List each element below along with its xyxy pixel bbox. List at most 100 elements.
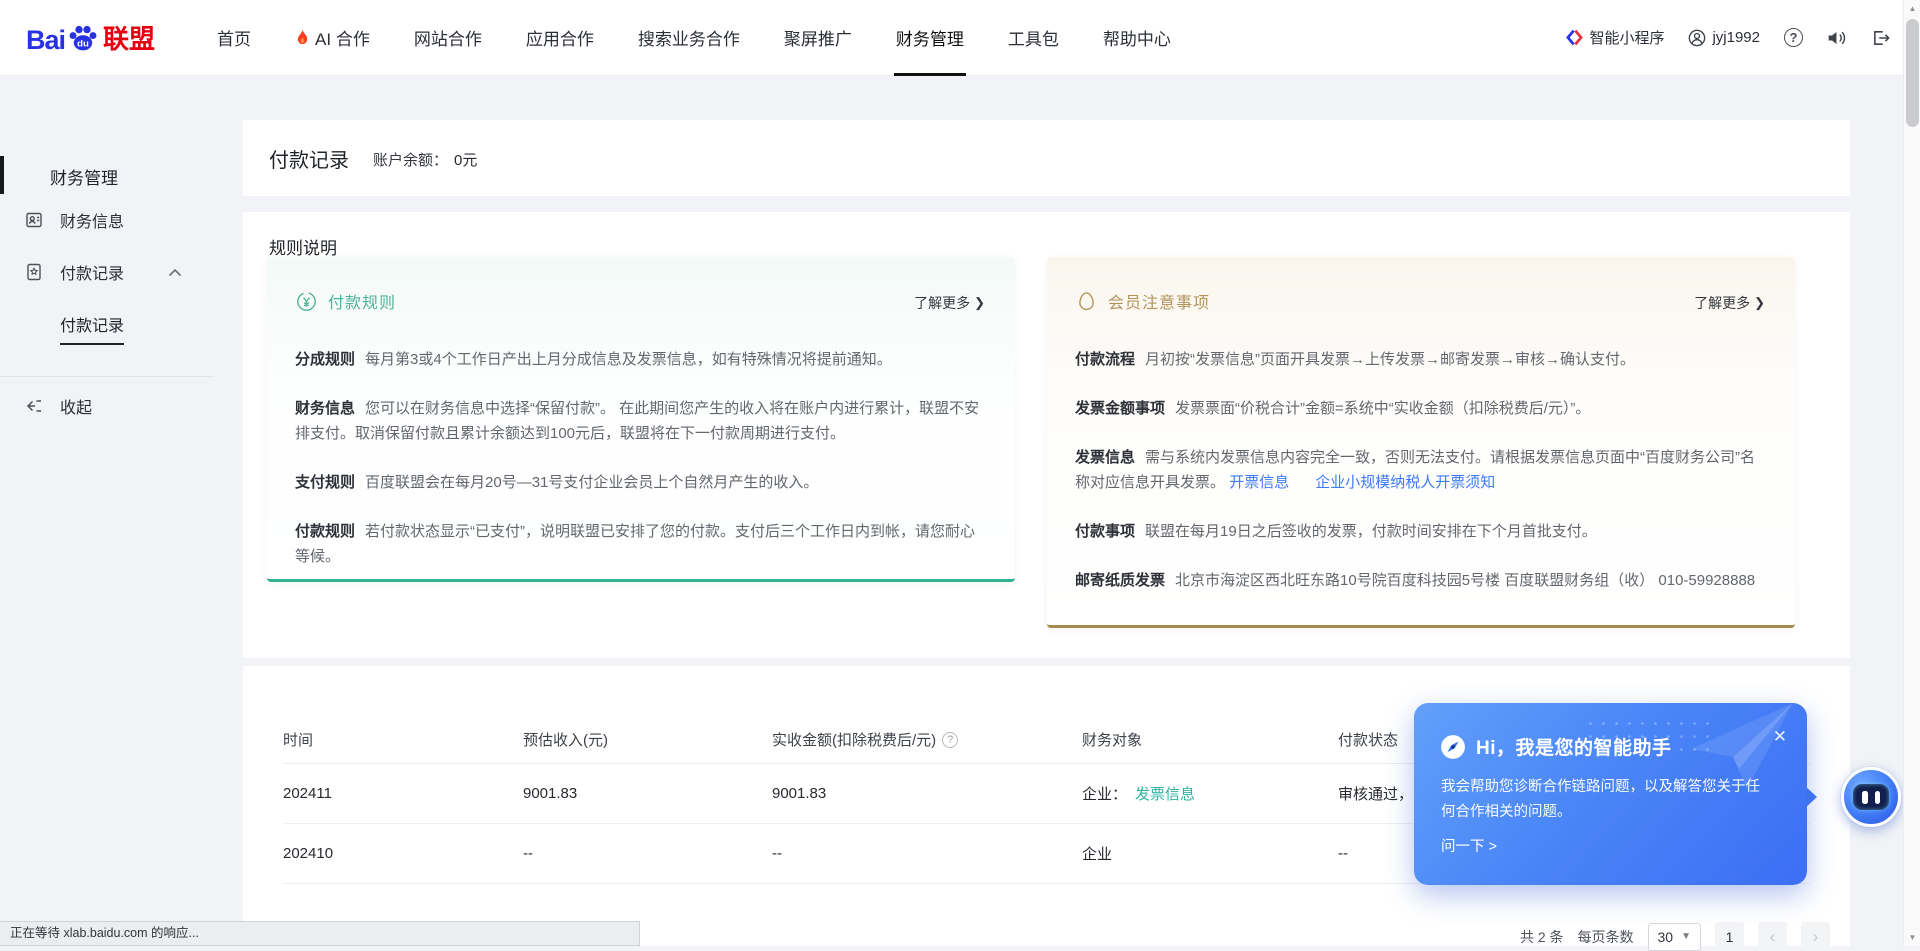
browser-status-bar: 正在等待 xlab.baidu.com 的响应...	[0, 921, 640, 946]
sidebar-divider	[0, 376, 214, 377]
payment-rules-card: 付款规则 了解更多❯ 分成规则每月第3或4个工作日产出上月分成信息及发票信息，如…	[267, 257, 1015, 582]
top-navigation: Bai du 联盟 首页 AI 合作	[0, 0, 1920, 76]
nav-item-website-cooperation[interactable]: 网站合作	[392, 0, 504, 76]
user-account[interactable]: jyj1992	[1688, 29, 1760, 47]
column-help-icon[interactable]: ?	[942, 732, 958, 748]
prev-page-button[interactable]: ‹	[1758, 922, 1787, 951]
assistant-title: Hi，我是您的智能助手	[1476, 733, 1672, 760]
payment-rules-title: 付款规则	[328, 289, 396, 313]
col-header-actual-amount: 实收金额(扣除税费后/元) ?	[772, 729, 1082, 750]
robot-eye	[1875, 791, 1881, 804]
rule-paragraph: 发票信息需与系统内发票信息内容完全一致，否则无法支付。请根据发票信息页面中“百度…	[1075, 445, 1767, 495]
rule-paragraph: 付款事项联盟在每月19日之后签收的发票，付款时间安排在下个月首批支付。	[1075, 519, 1767, 544]
page-button-1[interactable]: 1	[1715, 922, 1744, 951]
collapse-icon	[24, 397, 44, 415]
per-page-label: 每页条数	[1578, 927, 1634, 947]
page-title: 付款记录	[269, 144, 349, 173]
col-header-finance-object: 财务对象	[1082, 729, 1338, 750]
cell-finance-object: 企业	[1082, 843, 1338, 864]
sidebar-subitem-payment-record[interactable]: 付款记录	[60, 312, 124, 345]
vertical-scrollbar[interactable]: ▲ ▼	[1903, 0, 1920, 946]
cell-actual: 9001.83	[772, 785, 1082, 802]
invoice-info-table-link[interactable]: 发票信息	[1135, 786, 1195, 803]
sidebar-active-indicator	[0, 156, 4, 194]
cell-actual: --	[772, 845, 1082, 862]
member-notes-more-link[interactable]: 了解更多❯	[1694, 293, 1765, 313]
sidebar-item-payment-record[interactable]: 付款记录	[0, 258, 222, 286]
chevron-up-icon	[168, 268, 182, 277]
payment-rules-body: 分成规则每月第3或4个工作日产出上月分成信息及发票信息，如有特殊情况将提前通知。…	[295, 347, 987, 593]
nav-item-home[interactable]: 首页	[195, 0, 273, 76]
nav-item-ai-cooperation[interactable]: AI 合作	[273, 0, 392, 76]
nav-item-finance-management[interactable]: 财务管理	[874, 0, 986, 76]
small-taxpayer-notice-link[interactable]: 企业小规模纳税人开票须知	[1315, 474, 1495, 491]
member-notes-body: 付款流程月初按“发票信息”页面开具发票→上传发票→邮寄发票→审核→确认支付。 发…	[1075, 347, 1767, 617]
logo-union-text: 联盟	[103, 19, 155, 56]
finance-info-icon	[24, 210, 44, 230]
sidebar: 财务管理 财务信息 付款记录 付款记录	[0, 76, 222, 946]
smart-assistant-popup: Hi，我是您的智能助手 ✕ 我会帮助您诊断合作链路问题，以及解答您关于任何合作相…	[1414, 703, 1807, 885]
robot-eye	[1862, 791, 1868, 804]
nav-right-area: 智能小程序 jyj1992 ?	[1566, 27, 1890, 48]
rule-paragraph: 付款流程月初按“发票信息”页面开具发票→上传发票→邮寄发票→审核→确认支付。	[1075, 347, 1767, 372]
flame-icon	[295, 29, 310, 46]
close-icon[interactable]: ✕	[1773, 727, 1787, 747]
baidu-paw-icon: du	[66, 22, 100, 54]
nav-item-toolkit[interactable]: 工具包	[986, 0, 1081, 76]
invoice-info-link[interactable]: 开票信息	[1229, 474, 1289, 491]
next-page-button[interactable]: ›	[1801, 922, 1830, 951]
coin-yen-icon	[295, 290, 318, 313]
rules-section-card: 规则说明 付款规则 了解更多❯ 分成规则每月第3或4个工作日产出上月分成信息及发…	[243, 212, 1850, 658]
ask-now-link[interactable]: 问一下 >	[1441, 835, 1497, 856]
rule-paragraph: 财务信息您可以在财务信息中选择“保留付款”。 在此期间您产生的收入将在账户内进行…	[295, 396, 987, 446]
nav-item-app-cooperation[interactable]: 应用合作	[504, 0, 616, 76]
payment-record-icon	[24, 262, 44, 282]
assistant-robot-avatar[interactable]	[1841, 767, 1901, 827]
balance-value: 0元	[454, 152, 477, 169]
compass-icon	[1440, 734, 1466, 760]
user-icon	[1688, 29, 1706, 47]
help-icon[interactable]: ?	[1784, 28, 1803, 47]
nav-item-screen-promotion[interactable]: 聚屏推广	[762, 0, 874, 76]
cell-time: 202410	[283, 845, 523, 862]
rule-paragraph: 发票金额事项发票票面“价税合计”金额=系统中“实收金额（扣除税费后/元）”。	[1075, 396, 1767, 421]
nav-menu: 首页 AI 合作 网站合作 应用合作 搜索业务合作 聚屏推广 财务管理	[195, 0, 1193, 76]
chevron-right-icon: ❯	[974, 295, 985, 311]
cell-time: 202411	[283, 785, 523, 802]
cell-estimated: --	[523, 845, 772, 862]
rule-paragraph: 邮寄纸质发票北京市海淀区西北旺东路10号院百度科技园5号楼 百度联盟财务组（收）…	[1075, 568, 1767, 593]
account-balance: 账户余额： 0元	[373, 149, 477, 170]
payment-rules-more-link[interactable]: 了解更多❯	[914, 293, 985, 313]
sidebar-item-finance-info[interactable]: 财务信息	[0, 206, 222, 234]
assistant-header: Hi，我是您的智能助手	[1440, 733, 1672, 760]
balance-label: 账户余额：	[373, 152, 448, 169]
per-page-select[interactable]: 30 ▼	[1648, 923, 1701, 951]
chevron-right-icon: ❯	[1754, 295, 1765, 311]
chevron-down-icon: ▼	[1681, 931, 1691, 942]
assistant-message: 我会帮助您诊断合作链路问题，以及解答您关于任何合作相关的问题。	[1441, 775, 1761, 825]
cell-finance-object: 企业：发票信息	[1082, 783, 1338, 804]
payment-record-header-card: 付款记录 账户余额： 0元	[243, 120, 1850, 196]
diamond-icon	[1566, 29, 1583, 46]
smart-miniprogram-entry[interactable]: 智能小程序	[1566, 27, 1664, 48]
col-header-estimated-income: 预估收入(元)	[523, 729, 772, 750]
sidebar-collapse-button[interactable]: 收起	[0, 392, 222, 420]
rule-paragraph: 支付规则百度联盟会在每月20号—31号支付企业会员上个自然月产生的收入。	[295, 470, 987, 495]
scrollbar-down-arrow[interactable]: ▼	[1904, 929, 1920, 946]
robot-face	[1853, 784, 1889, 810]
nav-item-help-center[interactable]: 帮助中心	[1081, 0, 1193, 76]
sidebar-section-title: 财务管理	[50, 164, 118, 189]
scrollbar-up-arrow[interactable]: ▲	[1904, 0, 1920, 17]
scrollbar-thumb[interactable]	[1906, 19, 1919, 127]
member-notes-title: 会员注意事项	[1108, 289, 1210, 313]
col-header-time: 时间	[283, 729, 523, 750]
logo-bai-text: Bai	[26, 25, 65, 56]
logout-icon[interactable]	[1871, 29, 1890, 47]
nav-item-search-cooperation[interactable]: 搜索业务合作	[616, 0, 762, 76]
pagination: 共 2 条 每页条数 30 ▼ 1 ‹ ›	[1520, 922, 1830, 951]
announcement-speaker-icon[interactable]	[1827, 29, 1847, 47]
svg-text:du: du	[77, 38, 89, 49]
rule-paragraph: 分成规则每月第3或4个工作日产出上月分成信息及发票信息，如有特殊情况将提前通知。	[295, 347, 987, 372]
member-notes-head: 会员注意事项	[1075, 289, 1210, 313]
baidu-union-logo[interactable]: Bai du 联盟	[26, 19, 155, 56]
